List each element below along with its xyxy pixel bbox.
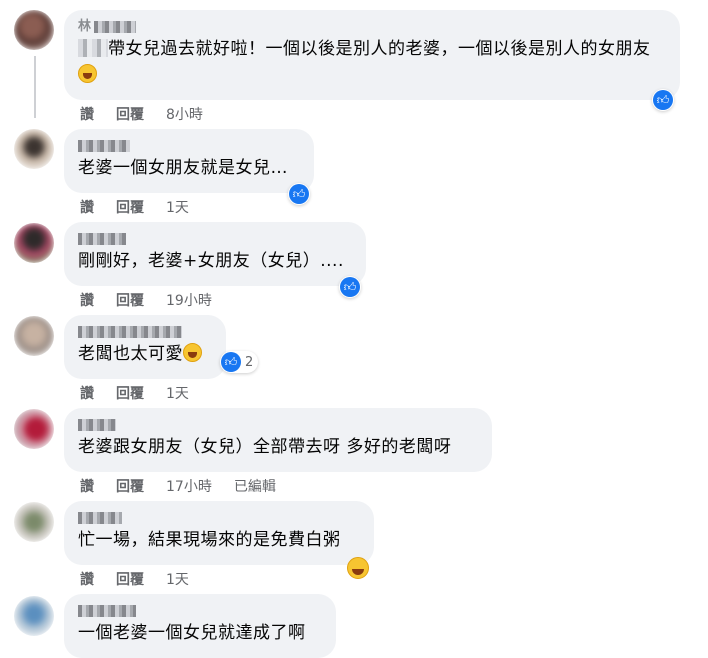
avatar[interactable] [14, 596, 54, 636]
avatar[interactable] [14, 316, 54, 356]
comment-actions: 讚 回覆 1天 [80, 197, 189, 217]
reply-button[interactable]: 回覆 [116, 197, 144, 217]
thumbs-up-icon: 👍︎ [221, 352, 241, 372]
comment-text: 剛剛好，老婆+女朋友（女兒）.... [78, 251, 344, 271]
comment-actions: 讚 回覆 19小時 [80, 290, 212, 310]
reply-button[interactable]: 回覆 [116, 569, 144, 589]
comment-author[interactable] [78, 602, 322, 620]
avatar[interactable] [14, 129, 54, 169]
redacted-name [78, 233, 126, 245]
comment-text-content: 帶女兒過去就好啦！一個以後是別人的老婆，一個以後是別人的女朋友 [108, 39, 651, 59]
comment-author[interactable] [78, 416, 478, 434]
comment-actions: 讚 回覆 8小時 [80, 104, 203, 124]
comment-bubble: 老婆跟女朋友（女兒）全部帶去呀 多好的老闆呀 [64, 408, 492, 472]
like-button[interactable]: 讚 [80, 197, 94, 217]
comment-text: 老闆也太可愛 [78, 341, 212, 367]
avatar[interactable] [14, 502, 54, 542]
comment-text: 忙一場，結果現場來的是免費白粥 [78, 530, 341, 550]
comment-text: 一個老婆一個女兒就達成了啊 [78, 623, 306, 643]
comment-time[interactable]: 8小時 [166, 104, 203, 124]
comment-author[interactable] [78, 323, 212, 341]
comment-time[interactable]: 1天 [166, 197, 189, 217]
comment-text: 帶女兒過去就好啦！一個以後是別人的老婆，一個以後是別人的女朋友 [78, 36, 666, 88]
comment-author[interactable] [78, 230, 352, 248]
redacted-name [78, 419, 116, 431]
comment-time[interactable]: 19小時 [166, 290, 212, 310]
reply-button[interactable]: 回覆 [116, 476, 144, 496]
avatar[interactable] [14, 10, 54, 50]
redacted-name [78, 512, 122, 524]
comment-author[interactable]: 林 [78, 18, 666, 36]
thumbs-up-icon: 👍︎ [653, 90, 673, 110]
comment-author[interactable] [78, 509, 360, 527]
grinning-emoji [183, 343, 202, 362]
thumbs-up-icon: 👍︎ [340, 277, 360, 297]
edited-label[interactable]: 已編輯 [234, 476, 276, 496]
comment-actions: 讚 回覆 1天 [80, 383, 189, 403]
avatar[interactable] [14, 223, 54, 263]
reaction-badge[interactable] [346, 556, 370, 580]
redacted-text [78, 39, 108, 57]
author-name[interactable]: 林 [78, 18, 91, 36]
like-button[interactable]: 讚 [80, 104, 94, 124]
comment-bubble: 剛剛好，老婆+女朋友（女兒）.... [64, 222, 366, 286]
squinting-laugh-emoji [347, 557, 369, 579]
comment-author[interactable] [78, 137, 300, 155]
reply-button[interactable]: 回覆 [116, 290, 144, 310]
reaction-badge[interactable]: 👍︎ [652, 89, 674, 111]
like-button[interactable]: 讚 [80, 290, 94, 310]
comment-time[interactable]: 17小時 [166, 476, 212, 496]
rolling-laughing-emoji [78, 64, 97, 83]
comment-text: 老婆一個女朋友就是女兒… [78, 158, 288, 178]
comment-time[interactable]: 1天 [166, 383, 189, 403]
redacted-name [78, 140, 130, 152]
thumbs-up-icon: 👍︎ [289, 184, 309, 204]
reply-button[interactable]: 回覆 [116, 104, 144, 124]
like-button[interactable]: 讚 [80, 383, 94, 403]
comment-text: 老婆跟女朋友（女兒）全部帶去呀 多好的老闆呀 [78, 437, 452, 457]
like-button[interactable]: 讚 [80, 476, 94, 496]
redacted-name [78, 605, 136, 617]
comment-bubble: 一個老婆一個女兒就達成了啊 [64, 594, 336, 658]
comment-bubble: 老闆也太可愛 [64, 315, 226, 379]
reaction-badge[interactable]: 👍︎ 2 [220, 351, 259, 373]
comment-actions: 讚 回覆 1天 [80, 569, 189, 589]
avatar[interactable] [14, 409, 54, 449]
like-button[interactable]: 讚 [80, 569, 94, 589]
redacted-name [78, 326, 182, 338]
comment-bubble: 忙一場，結果現場來的是免費白粥 [64, 501, 374, 565]
comment-actions: 讚 回覆 17小時 已編輯 [80, 476, 276, 496]
comment-bubble: 林 帶女兒過去就好啦！一個以後是別人的老婆，一個以後是別人的女朋友 [64, 10, 680, 100]
redacted-name [94, 21, 137, 33]
thread-connector-line [34, 56, 36, 118]
comment-bubble: 老婆一個女朋友就是女兒… [64, 129, 314, 193]
comment-time[interactable]: 1天 [166, 569, 189, 589]
comment-text-content: 老闆也太可愛 [78, 344, 183, 364]
reaction-badge[interactable]: 👍︎ [288, 183, 310, 205]
reaction-count: 2 [245, 354, 254, 370]
reply-button[interactable]: 回覆 [116, 383, 144, 403]
reaction-badge[interactable]: 👍︎ [339, 276, 361, 298]
